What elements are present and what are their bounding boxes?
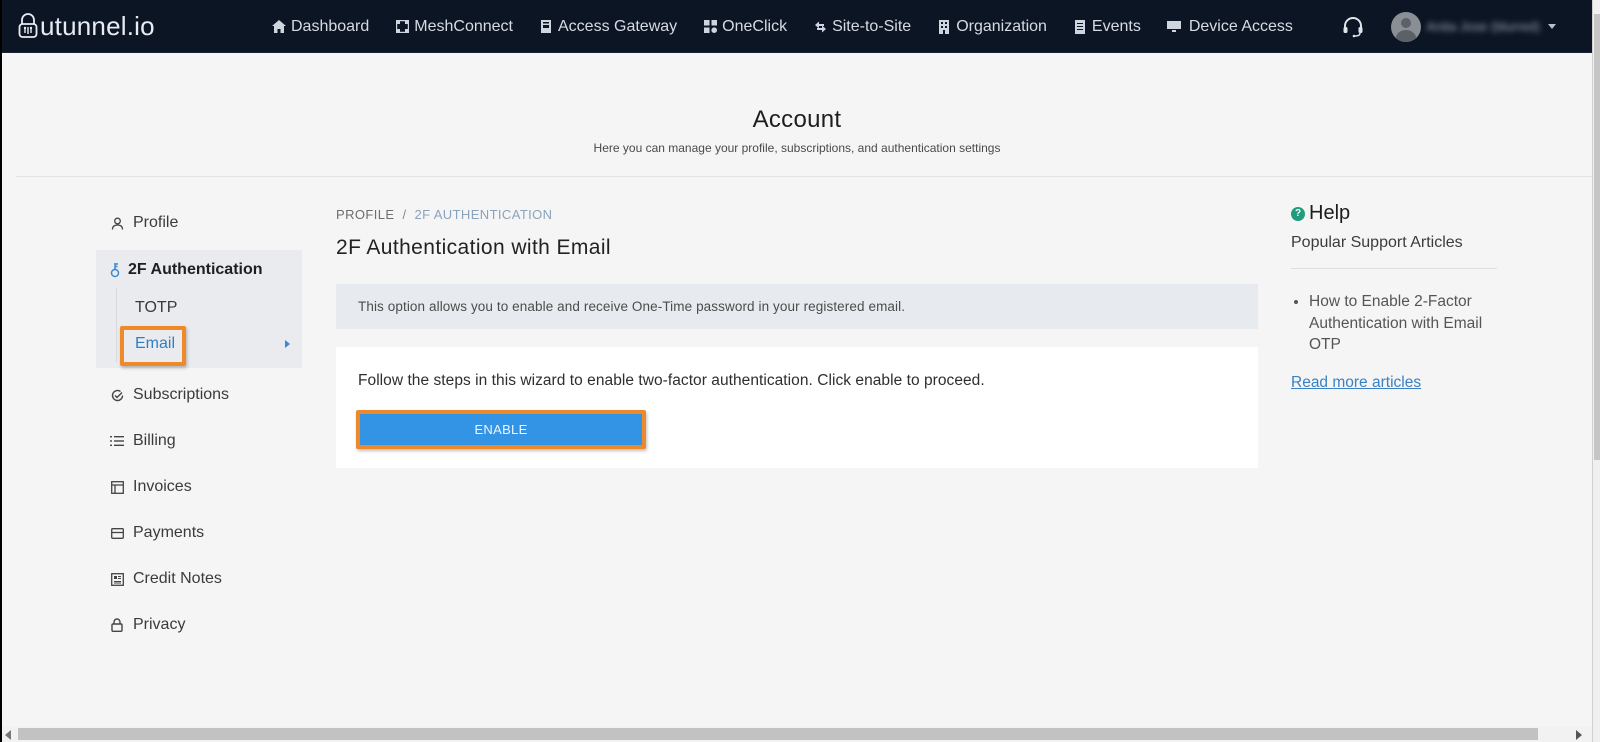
breadcrumb: PROFILE / 2F AUTHENTICATION xyxy=(336,207,552,222)
nav-meshconnect[interactable]: MeshConnect xyxy=(395,18,513,36)
credit-note-icon xyxy=(110,572,124,586)
sidebar-item-label: Subscriptions xyxy=(133,386,230,403)
nav-site-to-site[interactable]: Site-to-Site xyxy=(813,18,911,36)
help-panel: ? Help Popular Support Articles How to E… xyxy=(1291,202,1497,392)
avatar xyxy=(1390,11,1421,42)
account-sidebar: Profile 2F Authentication TOTP Email Sub… xyxy=(96,200,302,648)
chevron-down-icon xyxy=(1548,24,1556,29)
question-circle-icon: ? xyxy=(1291,206,1305,221)
app-window: utunnel.io Dashboard MeshConnect Access … xyxy=(2,0,1592,742)
nav-label: OneClick xyxy=(722,17,788,35)
nav-events[interactable]: Events xyxy=(1073,18,1141,36)
brand-name: utunnel.io xyxy=(40,10,155,41)
wizard-instructions: Follow the steps in this wizard to enabl… xyxy=(358,372,985,389)
nav-label: Events xyxy=(1091,17,1141,35)
lock-network-icon xyxy=(18,13,38,38)
nav-organization[interactable]: Organization xyxy=(937,18,1047,36)
sidebar-item-label: Payments xyxy=(133,524,205,541)
sidebar-item-label: Invoices xyxy=(133,478,192,495)
sidebar-subitem-email[interactable]: Email xyxy=(96,326,302,366)
help-divider xyxy=(1291,268,1497,269)
gateway-icon xyxy=(539,20,553,34)
sidebar-item-invoices[interactable]: Invoices xyxy=(96,464,302,510)
nav-label: Dashboard xyxy=(291,17,370,35)
header-divider xyxy=(16,176,1592,177)
mesh-icon xyxy=(395,20,409,34)
sidebar-subitem-label: Email xyxy=(135,335,176,352)
caret-right-icon xyxy=(285,340,290,348)
enable-button[interactable]: ENABLE xyxy=(356,410,646,449)
page-title: Account xyxy=(752,106,842,133)
key-icon xyxy=(110,262,122,278)
sidebar-item-billing[interactable]: Billing xyxy=(96,418,302,464)
nav-device-access[interactable]: Device Access xyxy=(1166,17,1293,36)
help-title-text: Help xyxy=(1309,202,1351,224)
document-icon xyxy=(1073,19,1087,34)
grid-icon xyxy=(703,20,717,34)
nav-right: Anita Jose (blurred) xyxy=(1341,0,1556,53)
sidebar-item-label: 2F Authentication xyxy=(128,261,263,278)
scroll-left-icon[interactable] xyxy=(5,730,11,740)
read-more-articles-link[interactable]: Read more articles xyxy=(1291,374,1421,392)
nav-oneclick[interactable]: OneClick xyxy=(703,18,787,36)
nav-label: Organization xyxy=(956,17,1047,35)
main-nav: Dashboard MeshConnect Access Gateway One… xyxy=(272,0,1319,53)
section-title: 2F Authentication with Email xyxy=(336,236,612,259)
help-subtitle: Popular Support Articles xyxy=(1291,234,1463,251)
info-text: This option allows you to enable and rec… xyxy=(358,299,906,314)
sidebar-subitem-totp[interactable]: TOTP xyxy=(96,290,302,326)
sidebar-item-label: Profile xyxy=(133,214,179,231)
list-icon xyxy=(110,434,124,448)
horizontal-scrollbar[interactable] xyxy=(2,727,1592,742)
sidebar-item-subscriptions[interactable]: Subscriptions xyxy=(96,372,302,418)
sidebar-item-2f-authentication[interactable]: 2F Authentication xyxy=(96,250,302,290)
help-heading: ? Help xyxy=(1291,202,1497,225)
nav-dashboard[interactable]: Dashboard xyxy=(272,18,369,36)
vertical-scrollbar[interactable] xyxy=(1592,0,1600,742)
sidebar-group-2fa: 2F Authentication TOTP Email xyxy=(96,250,302,368)
sidebar-item-label: Billing xyxy=(133,432,176,449)
check-circle-icon xyxy=(110,388,124,402)
horizontal-scroll-thumb[interactable] xyxy=(18,728,1538,740)
arrows-exchange-icon xyxy=(813,20,827,34)
breadcrumb-current: 2F AUTHENTICATION xyxy=(414,207,553,222)
scroll-right-icon[interactable] xyxy=(1576,730,1582,740)
top-navbar: utunnel.io Dashboard MeshConnect Access … xyxy=(2,0,1592,53)
breadcrumb-separator: / xyxy=(402,207,407,222)
help-article-link[interactable]: How to Enable 2-Factor Authentication wi… xyxy=(1309,291,1497,356)
nav-label: MeshConnect xyxy=(414,17,513,35)
user-icon xyxy=(110,216,124,230)
sidebar-item-profile[interactable]: Profile xyxy=(96,200,302,246)
sidebar-item-label: Privacy xyxy=(133,616,186,633)
enable-card: Follow the steps in this wizard to enabl… xyxy=(336,347,1258,468)
home-icon xyxy=(272,20,286,34)
lock-icon xyxy=(110,618,124,632)
sidebar-item-label: Credit Notes xyxy=(133,570,222,587)
user-menu[interactable]: Anita Jose (blurred) xyxy=(1390,11,1556,42)
info-banner: This option allows you to enable and rec… xyxy=(336,284,1258,329)
help-article-list: How to Enable 2-Factor Authentication wi… xyxy=(1291,291,1497,356)
sidebar-item-payments[interactable]: Payments xyxy=(96,510,302,556)
headset-icon[interactable] xyxy=(1341,15,1365,39)
monitor-icon xyxy=(1166,20,1181,34)
building-icon xyxy=(937,19,951,34)
brand-logo[interactable]: utunnel.io xyxy=(18,10,155,42)
nav-label: Site-to-Site xyxy=(832,17,912,35)
sidebar-item-credit-notes[interactable]: Credit Notes xyxy=(96,556,302,602)
nav-label: Access Gateway xyxy=(558,17,678,35)
sidebar-subitem-label: TOTP xyxy=(135,299,178,316)
breadcrumb-profile[interactable]: PROFILE xyxy=(336,207,394,222)
username: Anita Jose (blurred) xyxy=(1426,19,1540,34)
nav-access-gateway[interactable]: Access Gateway xyxy=(539,18,677,36)
nav-label: Device Access xyxy=(1188,17,1293,35)
vertical-scroll-thumb[interactable] xyxy=(1594,14,1600,460)
page-subtitle: Here you can manage your profile, subscr… xyxy=(593,141,1001,155)
sidebar-item-privacy[interactable]: Privacy xyxy=(96,602,302,648)
invoice-icon xyxy=(110,480,124,494)
card-icon xyxy=(110,526,124,540)
